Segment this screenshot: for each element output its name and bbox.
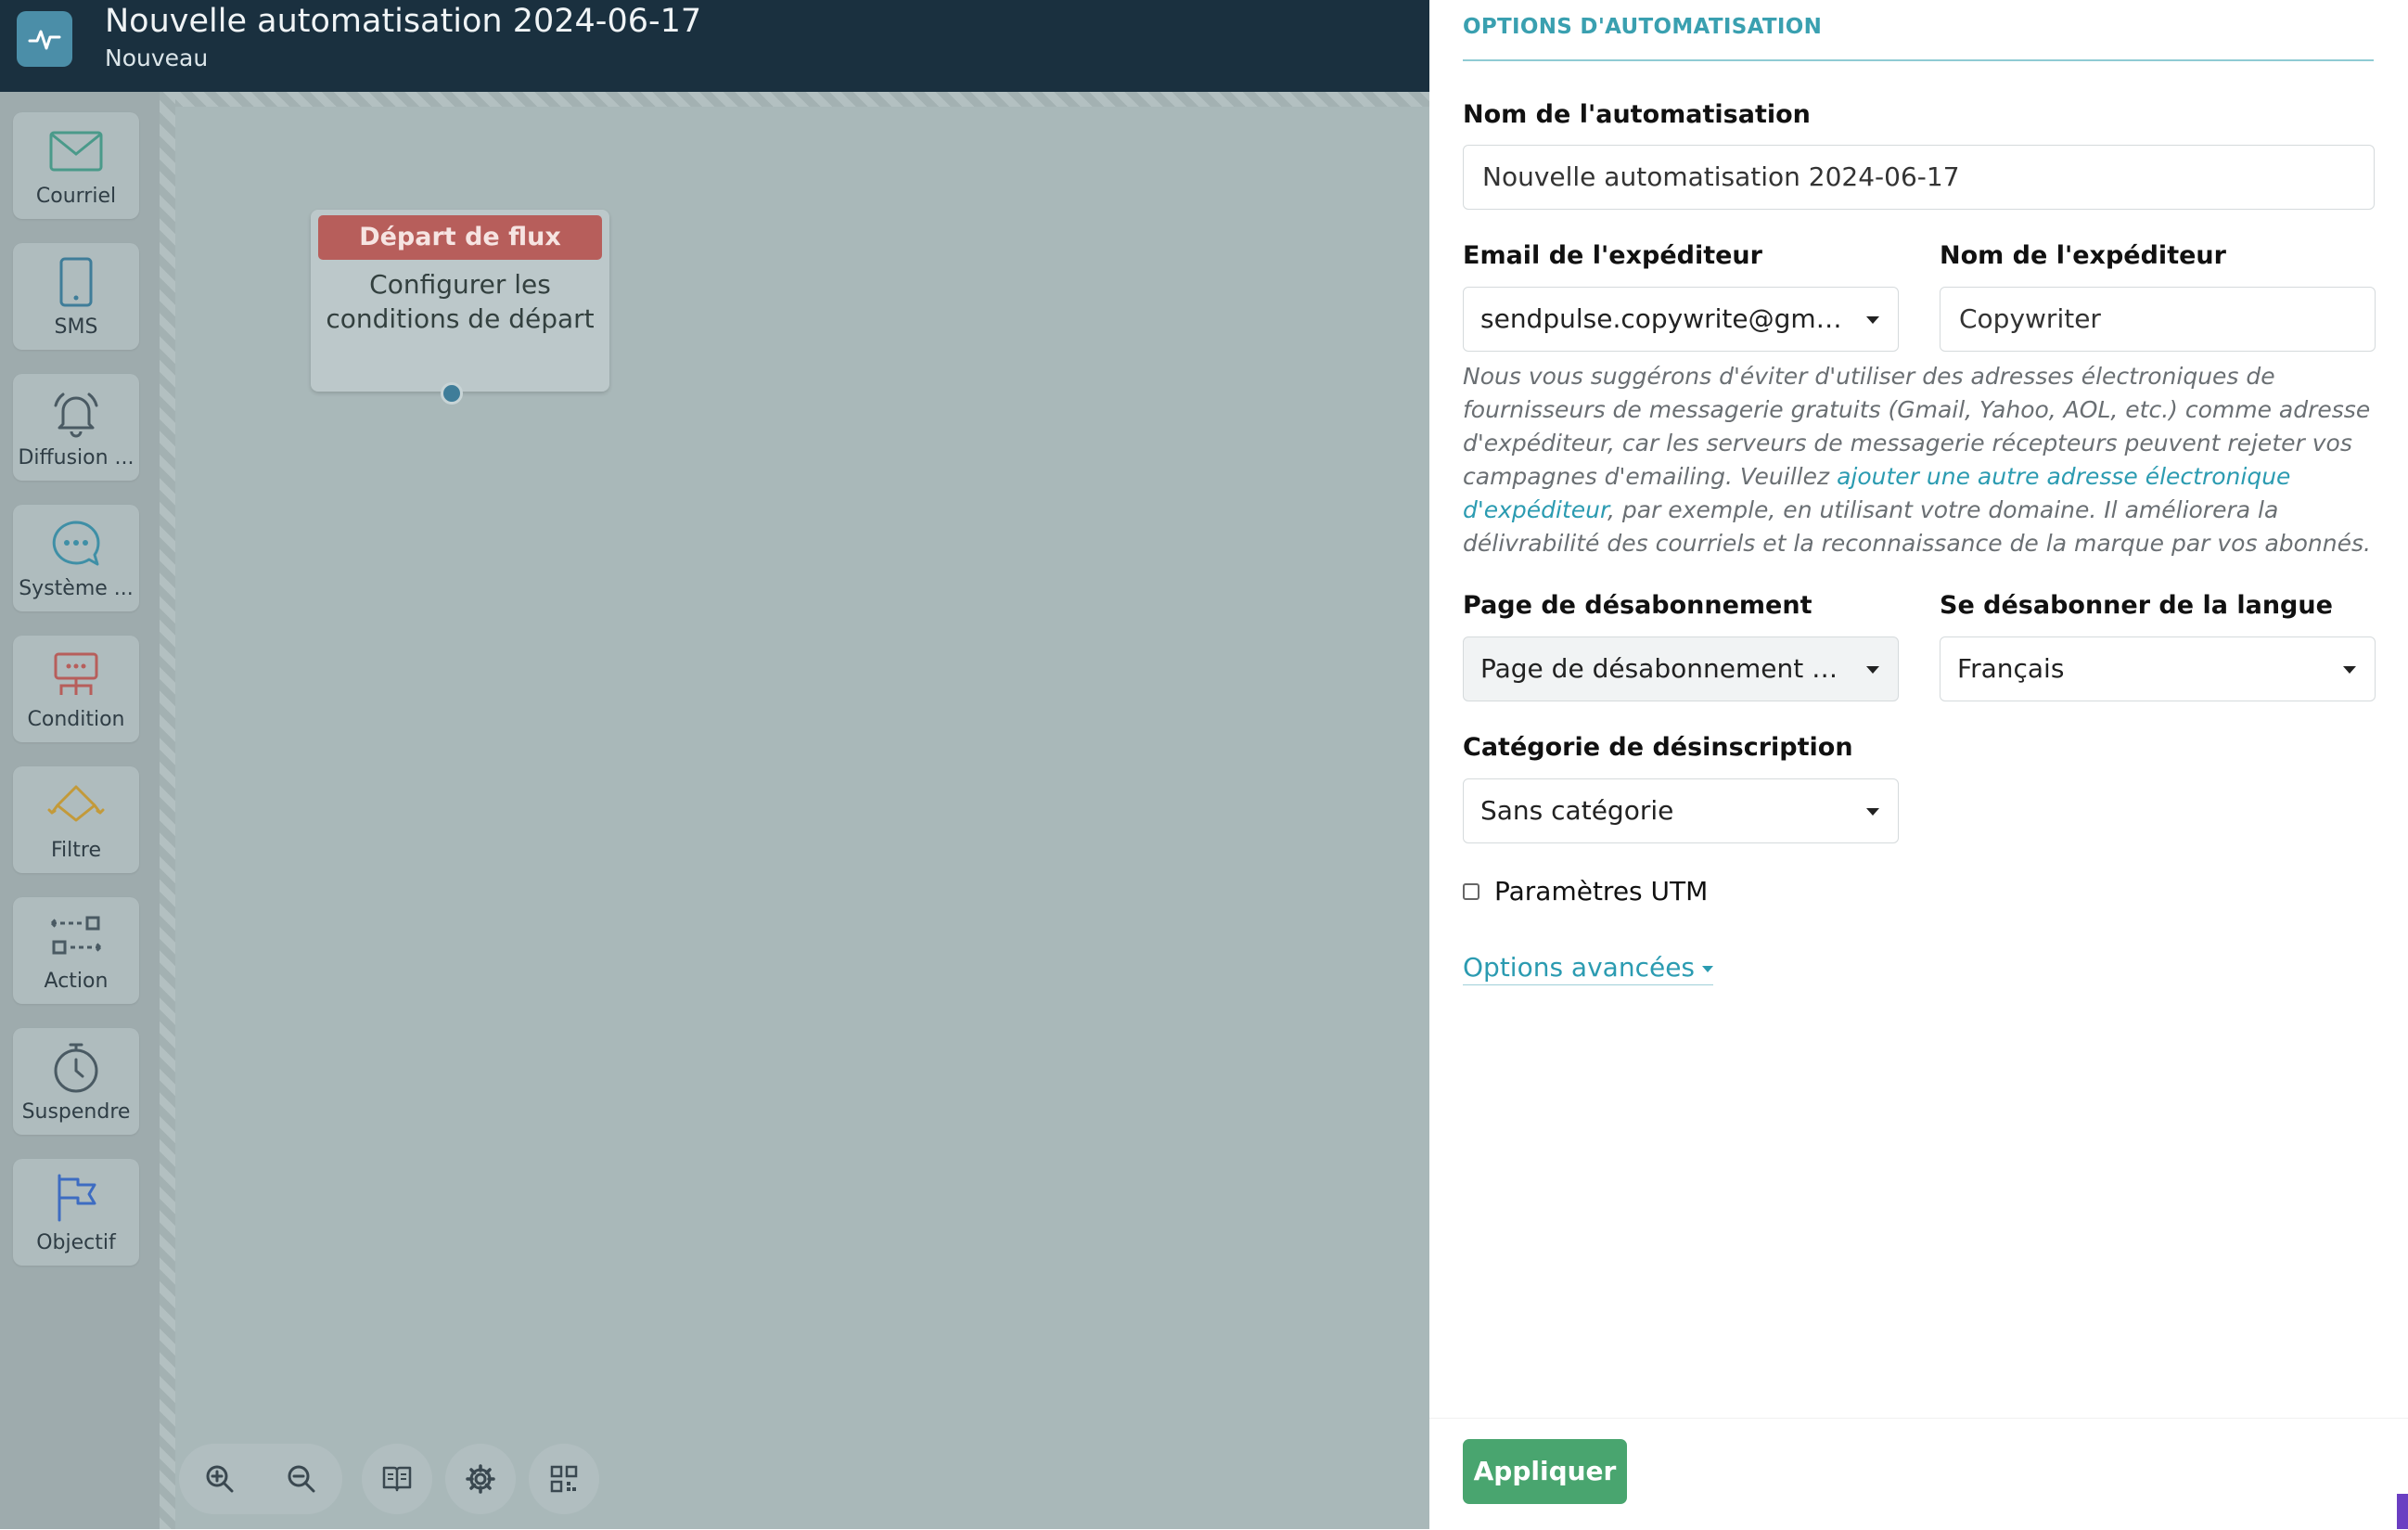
palette-item-label: Condition [27,708,125,731]
chevron-down-icon [2343,666,2356,674]
palette-item-systeme[interactable]: Système ... [13,505,139,611]
canvas-border-top [160,92,1429,107]
pulse-logo-icon[interactable] [17,11,72,67]
settings-button[interactable] [445,1444,516,1514]
palette-item-diffusion[interactable]: Diffusion ... [13,374,139,481]
panel-title: OPTIONS D'AUTOMATISATION [1463,15,1823,39]
unsubscribe-page-select[interactable]: Page de désabonnement pa... [1463,636,1899,701]
action-icon [50,916,102,955]
palette-item-label: Système ... [19,577,134,600]
gear-icon [466,1464,495,1494]
element-palette: Courriel SMS Diffusion ... Système ... C… [0,92,160,1529]
palette-item-suspendre[interactable]: Suspendre [13,1028,139,1135]
guide-button[interactable] [362,1444,432,1514]
palette-item-label: Courriel [35,185,117,208]
window-edge [2397,1494,2408,1529]
flag-icon [58,1174,96,1222]
palette-item-courriel[interactable]: Courriel [13,112,139,219]
chevron-down-icon [1866,666,1879,674]
panel-footer: Appliquer [1429,1418,2408,1530]
automation-builder: Nouvelle automatisation 2024-06-17 Nouve… [0,0,1429,1529]
palette-item-label: Diffusion ... [18,446,134,469]
phone-icon [59,257,93,307]
sender-email-select[interactable]: sendpulse.copywrite@gmail... [1463,287,1899,352]
sender-email-hint: Nous vous suggérons d'éviter d'utiliser … [1463,363,2371,557]
palette-item-condition[interactable]: Condition [13,636,139,742]
qr-button[interactable] [529,1444,599,1514]
unsubscribe-category-label: Catégorie de désinscription [1463,733,1853,762]
zoom-out-icon [288,1465,315,1493]
zoom-out-button[interactable] [261,1444,342,1514]
start-node[interactable]: Départ de flux Configurer les conditions… [311,210,609,405]
utm-parameters-option[interactable]: Paramètres UTM [1463,876,1708,906]
envelope-icon [49,131,103,172]
bell-icon [54,392,98,438]
palette-item-label: Filtre [50,839,101,862]
top-bar: Nouvelle automatisation 2024-06-17 Nouve… [0,0,1429,92]
automation-name-label: Nom de l'automatisation [1463,100,1811,129]
automation-options-panel: OPTIONS D'AUTOMATISATION Nom de l'automa… [1429,0,2408,1530]
panel-divider [1463,59,2374,61]
palette-item-objectif[interactable]: Objectif [13,1159,139,1266]
canvas-border-left [160,92,175,1529]
caret-down-icon [1702,965,1714,972]
utm-label: Paramètres UTM [1494,876,1709,906]
condition-icon [54,652,98,695]
qr-icon [550,1465,578,1493]
automation-status: Nouveau [105,45,209,71]
unsubscribe-category-select[interactable]: Sans catégorie [1463,778,1899,843]
unsubscribe-page-label: Page de désabonnement [1463,591,1812,620]
chevron-down-icon [1866,316,1879,324]
automation-title[interactable]: Nouvelle automatisation 2024-06-17 [105,0,701,43]
palette-item-label: Suspendre [21,1100,131,1124]
zoom-in-button[interactable] [179,1444,261,1514]
timer-icon [54,1043,98,1093]
zoom-in-icon [206,1465,234,1493]
advanced-options-toggle[interactable]: Options avancées [1463,952,1714,985]
start-node-description: Configurer les conditions de départ [326,269,595,334]
palette-item-action[interactable]: Action [13,897,139,1004]
chat-bubble-icon [52,521,100,566]
automation-name-input[interactable]: Nouvelle automatisation 2024-06-17 [1463,145,2375,210]
start-node-output-port[interactable] [441,382,463,405]
unsubscribe-language-select[interactable]: Français [1940,636,2376,701]
zoom-controls [179,1444,342,1514]
unsubscribe-language-label: Se désabonner de la langue [1940,591,2333,620]
palette-item-label: SMS [54,315,98,339]
apply-button[interactable]: Appliquer [1463,1439,1627,1504]
palette-item-label: Action [44,970,109,993]
palette-item-label: Objectif [36,1231,116,1254]
start-node-title: Départ de flux [318,215,602,260]
book-icon [382,1466,412,1492]
chevron-down-icon [1866,808,1879,816]
palette-item-sms[interactable]: SMS [13,243,139,350]
sender-name-input[interactable]: Copywriter [1940,287,2376,352]
utm-checkbox[interactable] [1463,882,1479,900]
palette-item-filtre[interactable]: Filtre [13,766,139,873]
sender-email-label: Email de l'expéditeur [1463,241,1762,270]
sender-name-label: Nom de l'expéditeur [1940,241,2226,270]
filter-icon [47,785,105,822]
